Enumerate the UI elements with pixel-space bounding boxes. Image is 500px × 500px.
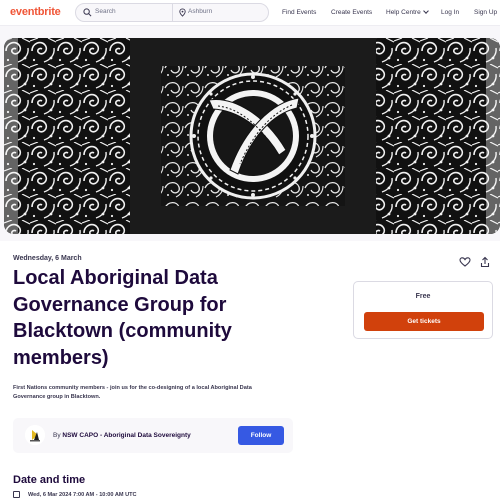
- location-pin-icon: [179, 8, 186, 17]
- chevron-down-icon: [422, 8, 429, 14]
- event-title: Local Aboriginal Data Governance Group f…: [13, 267, 232, 369]
- organizer-by-label: By: [53, 432, 61, 439]
- date-time-row: Wed, 6 Mar 2024 7:00 AM - 10:00 AM UTC: [13, 491, 137, 498]
- heart-icon[interactable]: [459, 256, 471, 268]
- nav-find-events[interactable]: Find Events: [282, 9, 316, 16]
- nav-help-centre[interactable]: Help Centre: [386, 8, 429, 16]
- organizer-name[interactable]: NSW CAPO - Aboriginal Data Sovereignty: [62, 432, 190, 439]
- aboriginal-artwork-image: [4, 38, 500, 234]
- date-time-heading: Date and time: [13, 474, 86, 486]
- search-input[interactable]: Search: [95, 8, 116, 15]
- follow-button[interactable]: Follow: [238, 426, 284, 445]
- location-input[interactable]: Ashburn: [188, 8, 212, 15]
- share-icon[interactable]: [479, 256, 491, 268]
- ticket-price: Free: [415, 293, 431, 300]
- search-bar[interactable]: Search Ashburn: [75, 3, 269, 22]
- organizer-avatar[interactable]: [25, 425, 45, 445]
- calendar-icon: [13, 491, 20, 498]
- search-field[interactable]: Search: [76, 4, 173, 21]
- date-time-value: Wed, 6 Mar 2024 7:00 AM - 10:00 AM UTC: [28, 491, 137, 498]
- nav-log-in[interactable]: Log In: [441, 9, 459, 16]
- get-tickets-button[interactable]: Get tickets: [364, 312, 484, 331]
- event-date-label: Wednesday, 6 March: [13, 255, 82, 262]
- nav-help-centre-label: Help Centre: [386, 9, 421, 16]
- event-hero-image: [4, 38, 500, 234]
- event-summary: First Nations community members - join u…: [13, 385, 252, 400]
- ticket-card: Free Get tickets: [353, 281, 493, 339]
- top-navigation-bar: eventbrite Search Ashburn Find Events Cr…: [0, 0, 500, 26]
- organizer-byline: By NSW CAPO - Aboriginal Data Sovereignt…: [53, 432, 191, 439]
- nav-sign-up[interactable]: Sign Up: [474, 9, 497, 16]
- organizer-card: By NSW CAPO - Aboriginal Data Sovereignt…: [13, 418, 293, 453]
- search-icon: [83, 8, 92, 17]
- nav-create-events[interactable]: Create Events: [331, 9, 372, 16]
- organizer-logo-image: [25, 425, 45, 445]
- eventbrite-logo[interactable]: eventbrite: [10, 6, 61, 18]
